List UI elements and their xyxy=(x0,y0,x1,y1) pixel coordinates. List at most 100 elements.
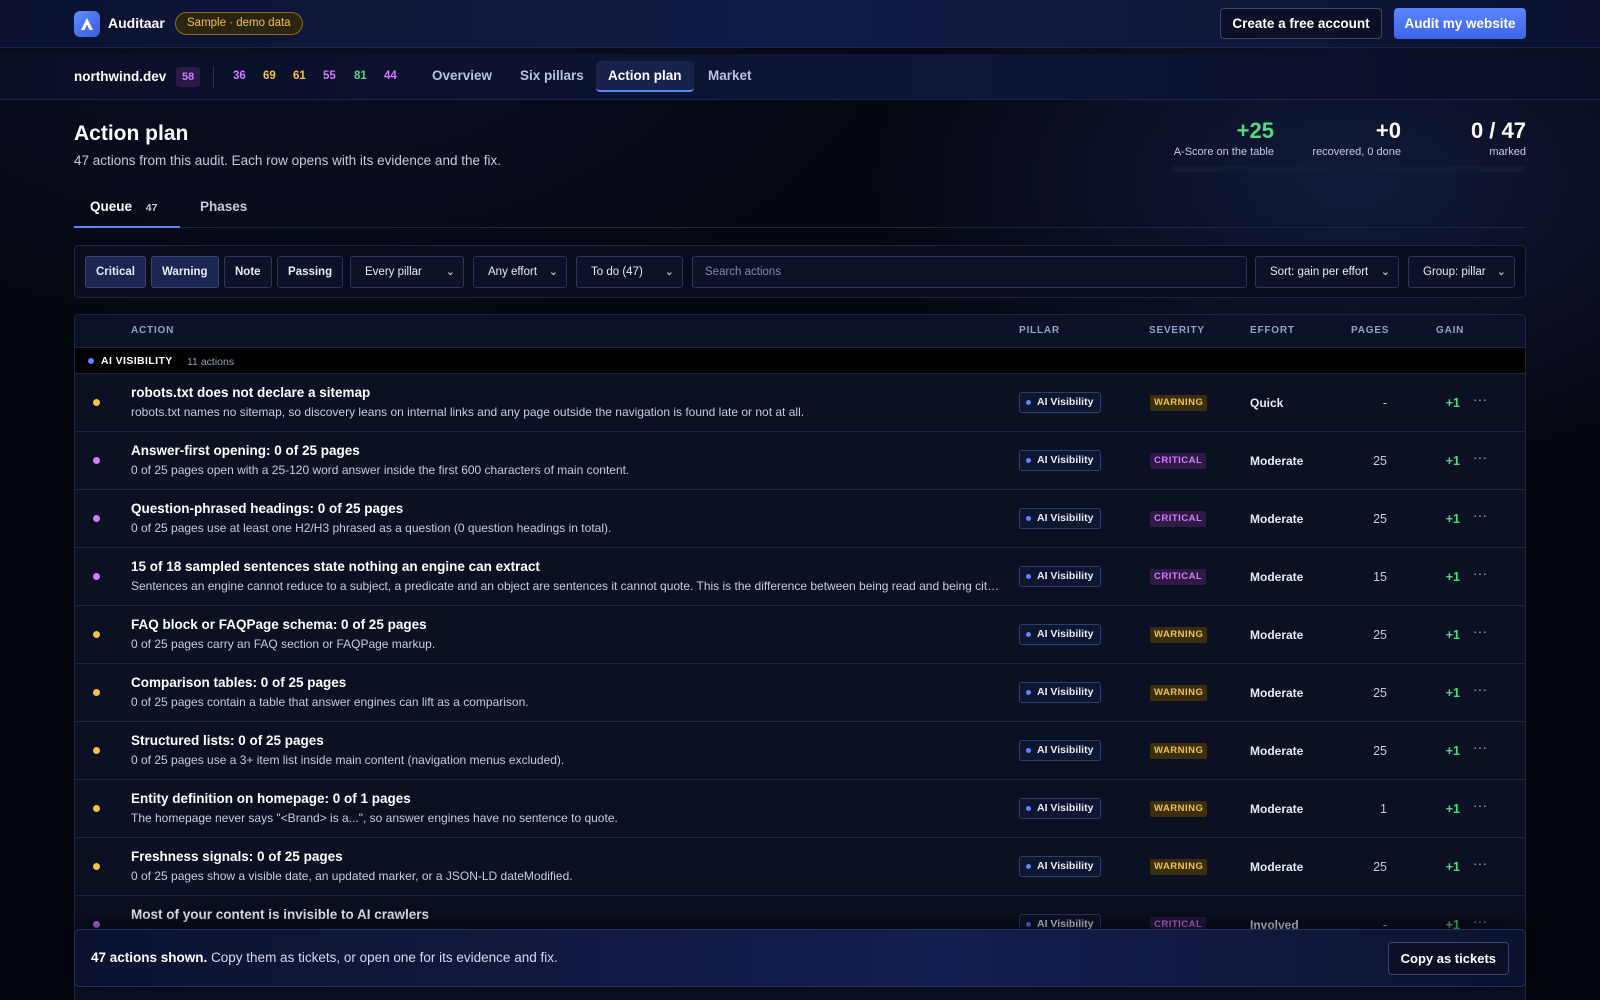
table-row[interactable]: Answer-first opening: 0 of 25 pages 0 of … xyxy=(75,432,1525,490)
more-options-icon[interactable]: ··· xyxy=(1473,797,1487,813)
tab-queue[interactable]: Queue 47 xyxy=(90,199,157,214)
gain-value: +1 xyxy=(1445,802,1460,816)
status-select-value: To do (47) xyxy=(591,266,643,278)
active-tab-indicator xyxy=(74,226,180,228)
pillar-score: 44 xyxy=(384,70,397,82)
pillar-tag: AI Visibility xyxy=(1019,856,1102,877)
tab-phases[interactable]: Phases xyxy=(200,199,247,214)
col-action[interactable]: ACTION xyxy=(131,325,174,336)
effort-value: Moderate xyxy=(1250,860,1304,874)
site-score-badge: 58 xyxy=(176,67,201,87)
more-options-icon[interactable]: ··· xyxy=(1473,855,1487,871)
more-options-icon[interactable]: ··· xyxy=(1473,449,1487,465)
tab-action-plan[interactable]: Action plan xyxy=(596,61,694,92)
table-row[interactable]: Entity definition on homepage: 0 of 1 pa… xyxy=(75,780,1525,838)
pillar-score: 36 xyxy=(233,70,246,82)
action-description: 0 of 25 pages use a 3+ item list inside … xyxy=(131,753,565,767)
action-title: FAQ block or FAQPage schema: 0 of 25 pag… xyxy=(131,617,427,632)
pages-value: 25 xyxy=(1373,628,1387,642)
col-gain[interactable]: GAIN xyxy=(1436,325,1464,336)
pages-value: 25 xyxy=(1373,454,1387,468)
more-options-icon[interactable]: ··· xyxy=(1473,681,1487,697)
pillar-score: 61 xyxy=(293,70,306,82)
pillar-select-value: Every pillar xyxy=(365,266,422,278)
action-description: 0 of 25 pages contain a table that answe… xyxy=(131,695,529,709)
severity-dot xyxy=(93,457,100,464)
page-title: Action plan xyxy=(74,122,189,145)
logo-icon[interactable] xyxy=(74,11,100,37)
group-header[interactable]: AI VISIBILITY 11 actions xyxy=(75,347,1525,374)
gain-value: +1 xyxy=(1445,396,1460,410)
table-row[interactable]: Comparison tables: 0 of 25 pages 0 of 25 … xyxy=(75,664,1525,722)
table-row[interactable]: Structured lists: 0 of 25 pages 0 of 25 p… xyxy=(75,722,1525,780)
table-row[interactable]: Question-phrased headings: 0 of 25 pages… xyxy=(75,490,1525,548)
audit-website-button[interactable]: Audit my website xyxy=(1394,8,1526,39)
effort-select-value: Any effort xyxy=(488,266,538,278)
more-options-icon[interactable]: ··· xyxy=(1473,623,1487,639)
pages-value: 25 xyxy=(1373,686,1387,700)
severity-dot xyxy=(93,689,100,696)
filter-passing[interactable]: Passing xyxy=(277,256,344,288)
action-description: 0 of 25 pages use at least one H2/H3 phr… xyxy=(131,521,612,535)
group-select[interactable]: Group: pillar ⌄ xyxy=(1408,256,1515,288)
copy-tickets-button[interactable]: Copy as tickets xyxy=(1387,942,1509,975)
selection-footer: 47 actions shown. Copy them as tickets, … xyxy=(74,929,1526,987)
search-input[interactable] xyxy=(692,256,1247,288)
effort-value: Moderate xyxy=(1250,570,1304,584)
filter-critical[interactable]: Critical xyxy=(85,256,146,288)
tab-six-pillars[interactable]: Six pillars xyxy=(520,68,584,83)
action-title: Freshness signals: 0 of 25 pages xyxy=(131,849,343,864)
stat-recovered: +0 recovered, 0 done xyxy=(1312,118,1401,158)
severity-badge: WARNING xyxy=(1150,685,1208,701)
table-row[interactable]: robots.txt does not declare a sitemap rob… xyxy=(75,374,1525,432)
stat-value: +0 xyxy=(1375,118,1401,143)
table-row[interactable]: 15 of 18 sampled sentences state nothing… xyxy=(75,548,1525,606)
more-options-icon[interactable]: ··· xyxy=(1473,507,1487,523)
more-options-icon[interactable]: ··· xyxy=(1473,739,1487,755)
chevron-down-icon: ⌄ xyxy=(1496,266,1506,278)
col-effort[interactable]: EFFORT xyxy=(1250,325,1295,336)
action-description: The homepage never says "<Brand> is a...… xyxy=(131,811,618,825)
effort-select[interactable]: Any effort ⌄ xyxy=(473,256,567,288)
group-name: AI VISIBILITY xyxy=(101,355,173,367)
more-options-icon[interactable]: ··· xyxy=(1473,565,1487,581)
severity-dot xyxy=(93,921,100,928)
effort-value: Moderate xyxy=(1250,628,1304,642)
col-pillar[interactable]: PILLAR xyxy=(1019,325,1060,336)
gain-value: +1 xyxy=(1445,512,1460,526)
effort-value: Moderate xyxy=(1250,744,1304,758)
gain-value: +1 xyxy=(1445,454,1460,468)
action-title: Answer-first opening: 0 of 25 pages xyxy=(131,443,360,458)
more-options-icon[interactable]: ··· xyxy=(1473,391,1487,407)
create-account-button[interactable]: Create a free account xyxy=(1220,8,1382,39)
pillar-tag: AI Visibility xyxy=(1019,798,1102,819)
table-row[interactable]: FAQ block or FAQPage schema: 0 of 25 pag… xyxy=(75,606,1525,664)
severity-dot xyxy=(93,631,100,638)
sort-select[interactable]: Sort: gain per effort ⌄ xyxy=(1255,256,1399,288)
status-select[interactable]: To do (47) ⌄ xyxy=(576,256,683,288)
action-title: Entity definition on homepage: 0 of 1 pa… xyxy=(131,791,411,806)
tab-overview[interactable]: Overview xyxy=(432,68,492,83)
col-severity[interactable]: SEVERITY xyxy=(1149,325,1205,336)
group-dot xyxy=(88,358,94,364)
pillar-select[interactable]: Every pillar ⌄ xyxy=(350,256,464,288)
tab-market[interactable]: Market xyxy=(708,68,752,83)
gain-value: +1 xyxy=(1445,628,1460,642)
gain-value: +1 xyxy=(1445,570,1460,584)
effort-value: Moderate xyxy=(1250,686,1304,700)
table-row[interactable]: Freshness signals: 0 of 25 pages 0 of 25 … xyxy=(75,838,1525,896)
action-title: Question-phrased headings: 0 of 25 pages xyxy=(131,501,404,516)
col-pages[interactable]: PAGES xyxy=(1351,325,1389,336)
chevron-down-icon: ⌄ xyxy=(1380,266,1390,278)
severity-badge: CRITICAL xyxy=(1150,453,1207,469)
severity-badge: WARNING xyxy=(1150,395,1208,411)
filter-warning[interactable]: Warning xyxy=(151,256,219,288)
pillar-tag: AI Visibility xyxy=(1019,566,1102,587)
pillar-score: 81 xyxy=(354,70,367,82)
pillar-score: 69 xyxy=(263,70,276,82)
pages-value: 1 xyxy=(1380,802,1387,816)
action-description: 0 of 25 pages open with a 25-120 word an… xyxy=(131,463,630,477)
effort-value: Quick xyxy=(1250,396,1284,410)
filter-note[interactable]: Note xyxy=(224,256,272,288)
more-options-icon[interactable]: ··· xyxy=(1473,913,1487,929)
